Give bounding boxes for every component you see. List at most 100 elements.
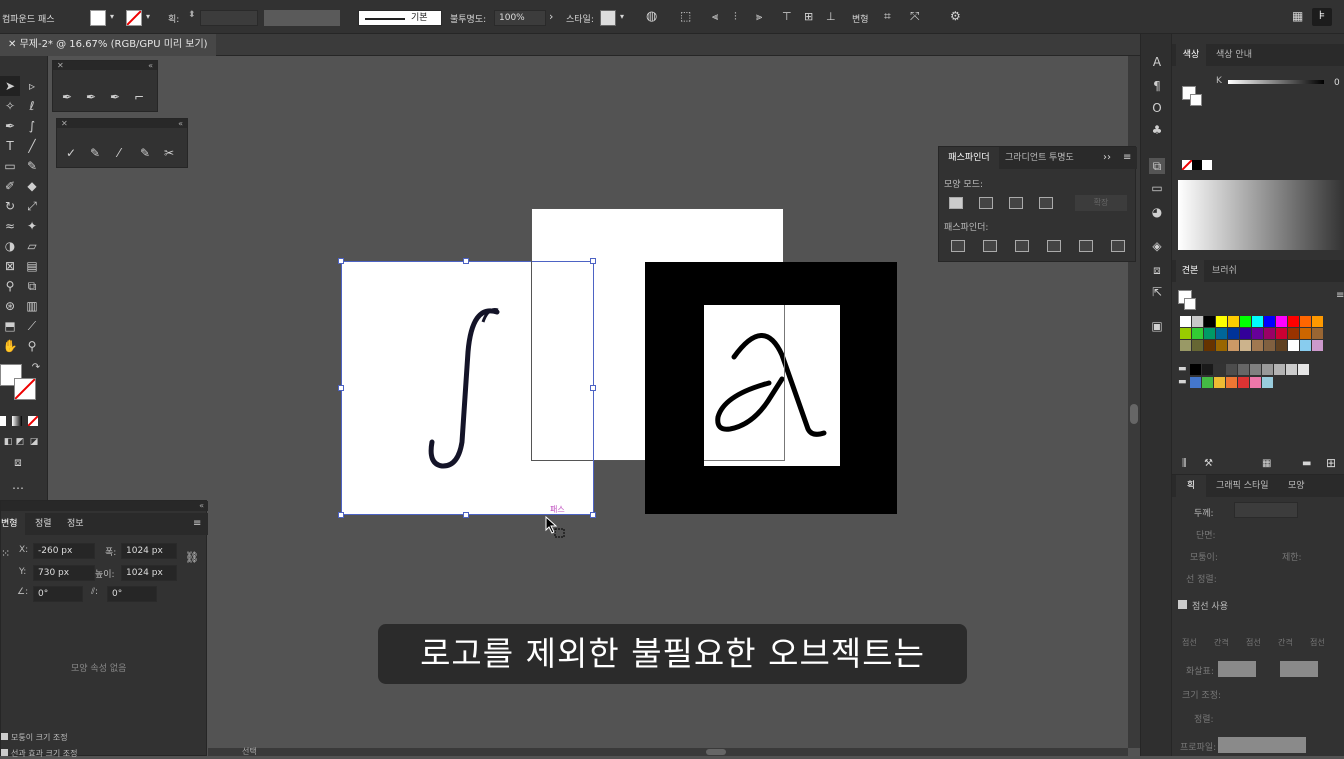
warp-icon[interactable]: ≈ <box>2 218 18 234</box>
graph-icon[interactable]: ▥ <box>24 298 40 314</box>
align-center-icon[interactable]: ⫶ <box>734 10 737 24</box>
smooth-icon[interactable]: ⁄ <box>111 145 127 161</box>
color-swatch[interactable] <box>1252 328 1263 339</box>
minus-front-icon[interactable] <box>979 197 993 209</box>
horizontal-scrollbar[interactable]: 선택 <box>208 747 1128 756</box>
color-swatch[interactable] <box>1238 377 1249 388</box>
tab-transparency[interactable]: 투명도 <box>1049 147 1074 169</box>
color-swatch[interactable] <box>1312 316 1323 327</box>
color-swatch[interactable] <box>1204 316 1215 327</box>
symbol-sprayer-icon[interactable]: ⊛ <box>2 298 18 314</box>
gradient-icon[interactable]: ▤ <box>24 258 40 274</box>
selection-handle[interactable] <box>590 512 596 518</box>
stroke-color-box[interactable] <box>14 378 36 400</box>
chevron-right-icon[interactable]: › <box>549 10 553 23</box>
scale-icon[interactable]: ⤢ <box>24 198 40 214</box>
menu-icon[interactable]: ≡ <box>1123 152 1131 163</box>
y-field[interactable]: 730 px <box>33 565 95 581</box>
align-left-icon[interactable]: ⫷ <box>712 10 718 24</box>
selection-handle[interactable] <box>338 258 344 264</box>
curvature-icon[interactable]: ∫ <box>24 118 40 134</box>
color-swatch[interactable] <box>1238 364 1249 375</box>
lasso-icon[interactable]: ℓ <box>24 98 40 114</box>
color-swatch[interactable] <box>1288 340 1299 351</box>
angle-field[interactable]: 0° <box>33 586 83 602</box>
swatch-kinds-icon[interactable]: ⚒ <box>1204 458 1213 469</box>
color-swatch[interactable] <box>1276 340 1287 351</box>
intersect-icon[interactable] <box>1009 197 1023 209</box>
color-swatch[interactable] <box>1204 328 1215 339</box>
artboards-icon[interactable]: ⧈ <box>1149 262 1165 278</box>
variable-width-profile[interactable] <box>264 10 340 26</box>
mesh-icon[interactable]: ⊠ <box>2 258 18 274</box>
color-swatch[interactable] <box>1262 377 1273 388</box>
blend-icon[interactable]: ⧉ <box>24 278 40 294</box>
color-swatch[interactable] <box>1240 328 1251 339</box>
color-swatch[interactable] <box>1226 377 1237 388</box>
color-swatch[interactable] <box>1276 328 1287 339</box>
color-swatch[interactable] <box>1192 340 1203 351</box>
color-swatch[interactable] <box>1252 316 1263 327</box>
selection-handle[interactable] <box>463 258 469 264</box>
color-swatch[interactable] <box>1264 340 1275 351</box>
tab-brushes[interactable]: 브러쉬 <box>1212 260 1237 282</box>
minus-back-icon[interactable] <box>1111 240 1125 252</box>
collapse-icon[interactable]: « <box>148 61 153 70</box>
tab-appearance[interactable]: 모양 <box>1288 475 1305 497</box>
chevron-down-icon[interactable]: ▾ <box>146 12 150 21</box>
tab-align[interactable]: 정렬 <box>35 513 52 535</box>
color-swatch[interactable] <box>1240 316 1251 327</box>
color-swatch[interactable] <box>1216 316 1227 327</box>
color-swatch[interactable] <box>1262 364 1273 375</box>
selection-handle[interactable] <box>338 512 344 518</box>
color-stroke-box[interactable] <box>1190 94 1202 106</box>
document-tab[interactable]: ✕ 무제-2* @ 16.67% (RGB/GPU 미리 보기) <box>0 34 216 56</box>
tab-info[interactable]: 정보 <box>67 513 84 535</box>
color-swatch[interactable] <box>1264 316 1275 327</box>
stroke-weight-field[interactable] <box>200 10 258 26</box>
color-swatch[interactable] <box>1202 364 1213 375</box>
tab-color[interactable]: 색상 <box>1176 44 1206 66</box>
dashed-checkbox[interactable] <box>1178 600 1187 609</box>
line-tool-icon[interactable]: ╱ <box>24 138 40 154</box>
color-swatch[interactable] <box>1250 377 1261 388</box>
paintbrush-icon[interactable]: ✎ <box>24 158 40 174</box>
close-icon[interactable]: ✕ <box>57 61 64 70</box>
stepper-icon[interactable]: ⬍ <box>188 10 196 20</box>
menu-icon[interactable]: ≡ <box>193 518 201 529</box>
color-swatch[interactable] <box>1216 328 1227 339</box>
align-right-icon[interactable]: ⫸ <box>756 10 762 24</box>
stroke-swatch[interactable] <box>126 10 142 26</box>
swatch-options-icon[interactable]: ▦ <box>1262 458 1271 469</box>
transform-label[interactable]: 변형 <box>852 12 869 25</box>
k-slider[interactable] <box>1228 80 1324 84</box>
delete-anchor-icon[interactable]: ✒ <box>107 89 123 105</box>
add-anchor-icon[interactable]: ✒ <box>83 89 99 105</box>
type-tool-icon[interactable]: T <box>2 138 18 154</box>
merge-icon[interactable] <box>1015 240 1029 252</box>
expand-button[interactable]: 확장 <box>1075 195 1127 211</box>
chevron-down-icon[interactable]: ▾ <box>620 12 624 21</box>
color-swatch[interactable] <box>1300 316 1311 327</box>
pathfinder-panel-icon[interactable]: ⧉ <box>1149 158 1165 174</box>
color-swatch[interactable] <box>1228 328 1239 339</box>
selection-handle[interactable] <box>463 512 469 518</box>
screen-mode-icon[interactable]: ⧈ <box>10 454 26 470</box>
pen-tool-icon[interactable]: ✒ <box>2 118 18 134</box>
direct-selection-icon[interactable]: ▹ <box>24 78 40 94</box>
expand-panel-icon[interactable]: ›› <box>1103 152 1111 163</box>
align-bottom-icon[interactable]: ⊥ <box>826 10 836 23</box>
fill-swatch[interactable] <box>90 10 106 26</box>
divide-icon[interactable] <box>951 240 965 252</box>
black-color-swatch[interactable] <box>1192 160 1202 170</box>
color-swatch[interactable] <box>1300 328 1311 339</box>
start-arrow-select[interactable] <box>1218 661 1256 677</box>
pen-icon[interactable]: ✒ <box>59 89 75 105</box>
link-icon[interactable]: ⛓ <box>185 551 199 564</box>
more-tools-icon[interactable]: ⋯ <box>10 480 26 496</box>
color-swatch[interactable] <box>1312 340 1323 351</box>
hand-icon[interactable]: ✋ <box>2 338 18 354</box>
color-swatch[interactable] <box>1300 340 1311 351</box>
color-mode-icon[interactable] <box>0 416 6 426</box>
selection-tool-icon[interactable]: ➤ <box>2 78 18 94</box>
